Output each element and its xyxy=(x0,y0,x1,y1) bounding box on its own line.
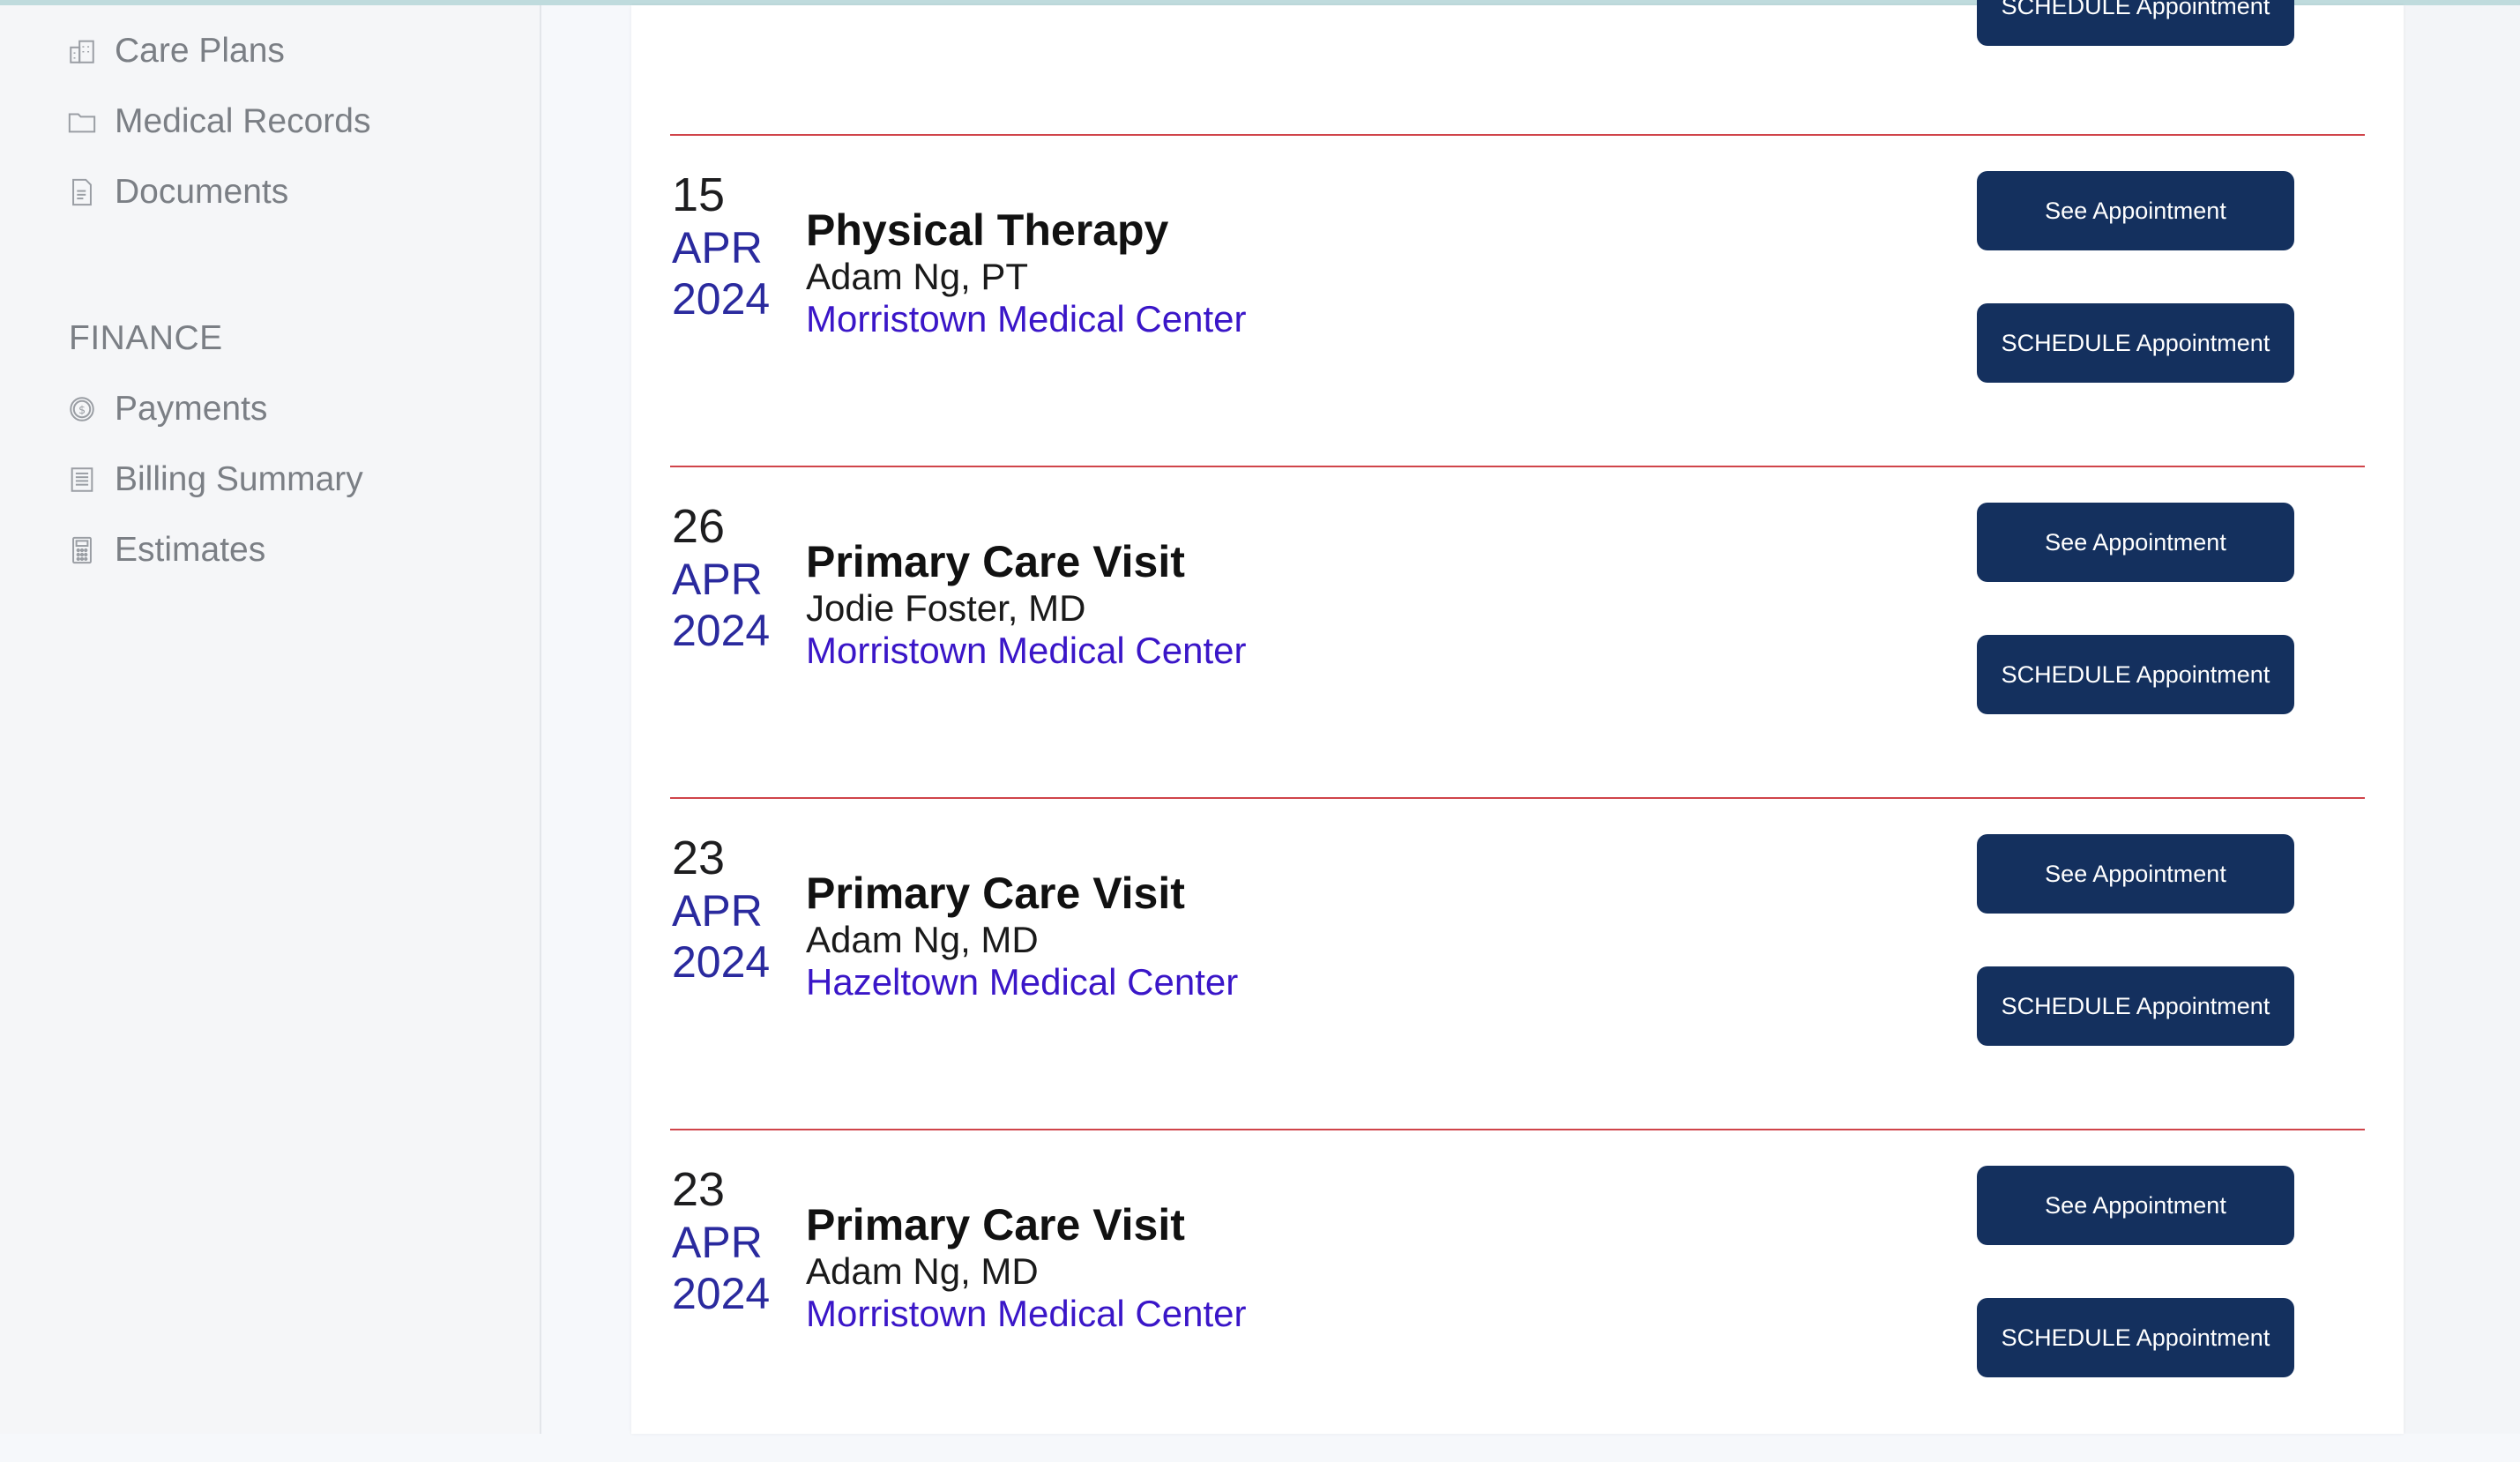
appointment-year: 2024 xyxy=(672,606,771,655)
finance-section-title: FINANCE xyxy=(69,319,223,357)
sidebar-item-medical-records[interactable]: Medical Records xyxy=(67,95,370,148)
appointment-item: 15 APR 2024 Physical Therapy Adam Ng, PT… xyxy=(631,136,2404,467)
calculator-icon xyxy=(67,535,97,565)
sidebar: Care Plans Medical Records Documents FIN… xyxy=(0,5,541,1434)
appointment-provider: Jodie Foster, MD xyxy=(806,587,1086,629)
appointment-day: 23 xyxy=(672,832,726,884)
appointment-year: 2024 xyxy=(672,274,771,324)
svg-text:$: $ xyxy=(78,404,86,417)
appointment-info: Primary Care Visit Adam Ng, MD Morristow… xyxy=(806,1199,1247,1335)
folder-icon xyxy=(67,107,97,137)
appointment-day: 23 xyxy=(672,1163,726,1216)
dollar-coin-icon: $ xyxy=(67,394,97,424)
appointment-month: APR xyxy=(672,1218,763,1267)
appointment-month: APR xyxy=(672,555,763,604)
appointment-day: 26 xyxy=(672,500,726,553)
receipt-icon xyxy=(67,465,97,495)
appointment-provider: Adam Ng, PT xyxy=(806,256,1029,297)
appointment-date: 23 APR 2024 xyxy=(672,1166,770,1316)
appointments-panel: SCHEDULE Appointment 15 APR 2024 Physica… xyxy=(631,0,2404,1434)
sidebar-item-label: Medical Records xyxy=(115,102,371,140)
appointment-info: Primary Care Visit Jodie Foster, MD Morr… xyxy=(806,536,1247,672)
appointment-year: 2024 xyxy=(672,937,771,987)
sidebar-item-label: Care Plans xyxy=(115,32,285,70)
sidebar-item-label: Documents xyxy=(115,173,289,211)
right-gutter xyxy=(2404,5,2520,1434)
schedule-appointment-button[interactable]: SCHEDULE Appointment xyxy=(1977,0,2294,46)
appointment-date: 26 APR 2024 xyxy=(672,503,770,653)
sidebar-item-payments[interactable]: $ Payments xyxy=(67,383,267,436)
appointment-date: 15 APR 2024 xyxy=(672,171,770,321)
appointment-info: Primary Care Visit Adam Ng, MD Hazeltown… xyxy=(806,868,1238,1003)
appointment-location-link[interactable]: Morristown Medical Center xyxy=(806,1293,1247,1335)
appointment-title: Physical Therapy xyxy=(806,205,1169,255)
see-appointment-button[interactable]: See Appointment xyxy=(1977,834,2294,914)
appointment-location-link[interactable]: Morristown Medical Center xyxy=(806,630,1247,672)
schedule-appointment-button[interactable]: SCHEDULE Appointment xyxy=(1977,635,2294,714)
schedule-appointment-button[interactable]: SCHEDULE Appointment xyxy=(1977,1298,2294,1377)
sidebar-item-care-plans[interactable]: Care Plans xyxy=(67,25,285,78)
appointment-provider: Adam Ng, MD xyxy=(806,919,1039,960)
appointment-title: Primary Care Visit xyxy=(806,869,1185,918)
schedule-appointment-button[interactable]: SCHEDULE Appointment xyxy=(1977,966,2294,1046)
appointment-location-link[interactable]: Morristown Medical Center xyxy=(806,298,1247,340)
sidebar-item-label: Estimates xyxy=(115,531,266,569)
schedule-appointment-button[interactable]: SCHEDULE Appointment xyxy=(1977,303,2294,383)
sidebar-item-estimates[interactable]: Estimates xyxy=(67,524,265,577)
see-appointment-button[interactable]: See Appointment xyxy=(1977,503,2294,582)
appointment-date: 23 APR 2024 xyxy=(672,834,770,984)
appointment-year: 2024 xyxy=(672,1269,771,1318)
appointment-location-link[interactable]: Hazeltown Medical Center xyxy=(806,961,1238,1003)
appointment-day: 15 xyxy=(672,168,726,221)
appointment-item: 23 APR 2024 Primary Care Visit Adam Ng, … xyxy=(631,799,2404,1130)
sidebar-item-documents[interactable]: Documents xyxy=(67,166,288,219)
sidebar-item-label: Payments xyxy=(115,390,268,428)
appointment-item: 23 APR 2024 Primary Care Visit Adam Ng, … xyxy=(631,1130,2404,1462)
appointment-provider: Adam Ng, MD xyxy=(806,1250,1039,1292)
appointment-title: Primary Care Visit xyxy=(806,537,1185,586)
document-icon xyxy=(67,177,97,207)
sidebar-item-label: Billing Summary xyxy=(115,460,363,498)
appointment-month: APR xyxy=(672,886,763,936)
building-icon xyxy=(67,36,97,66)
appointment-item: 26 APR 2024 Primary Care Visit Jodie Fos… xyxy=(631,467,2404,799)
sidebar-item-billing-summary[interactable]: Billing Summary xyxy=(67,453,363,506)
appointment-title: Primary Care Visit xyxy=(806,1200,1185,1249)
see-appointment-button[interactable]: See Appointment xyxy=(1977,1166,2294,1245)
appointment-info: Physical Therapy Adam Ng, PT Morristown … xyxy=(806,205,1247,340)
see-appointment-button[interactable]: See Appointment xyxy=(1977,171,2294,250)
appointment-month: APR xyxy=(672,223,763,272)
